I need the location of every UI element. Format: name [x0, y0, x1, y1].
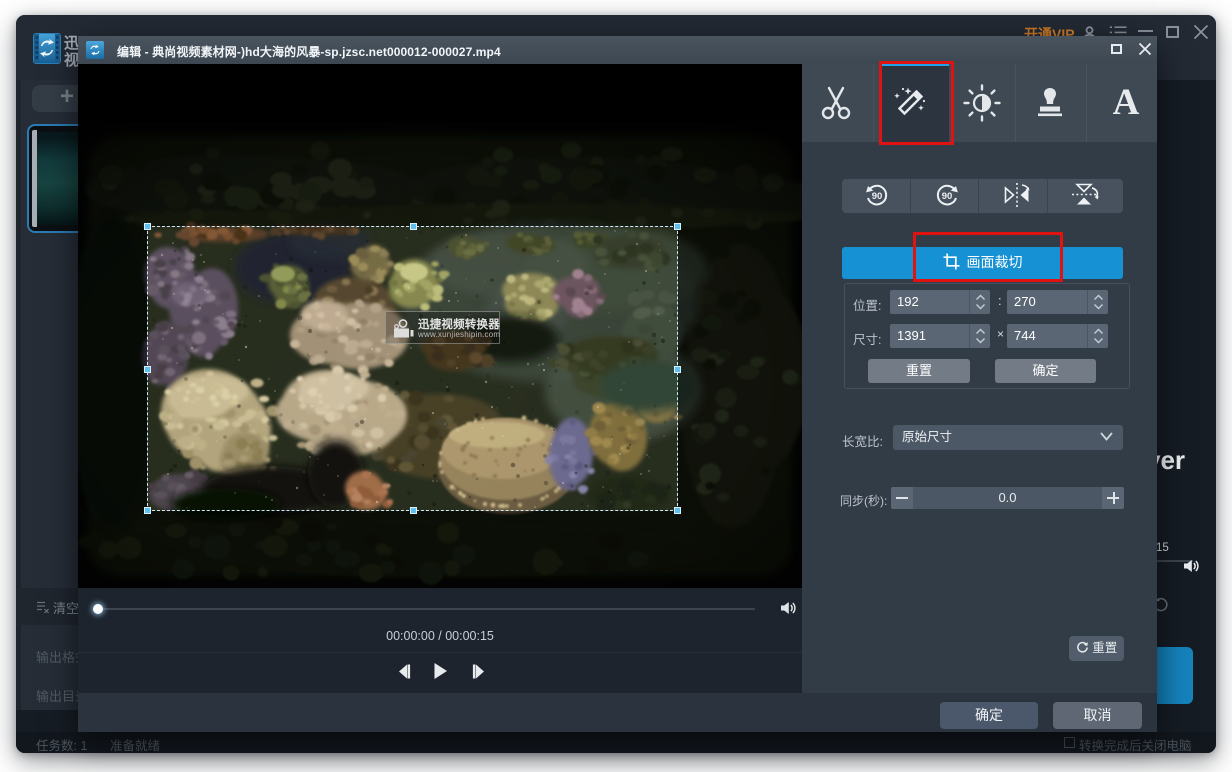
svg-text:90: 90: [872, 191, 883, 202]
svg-text:90: 90: [942, 191, 953, 202]
